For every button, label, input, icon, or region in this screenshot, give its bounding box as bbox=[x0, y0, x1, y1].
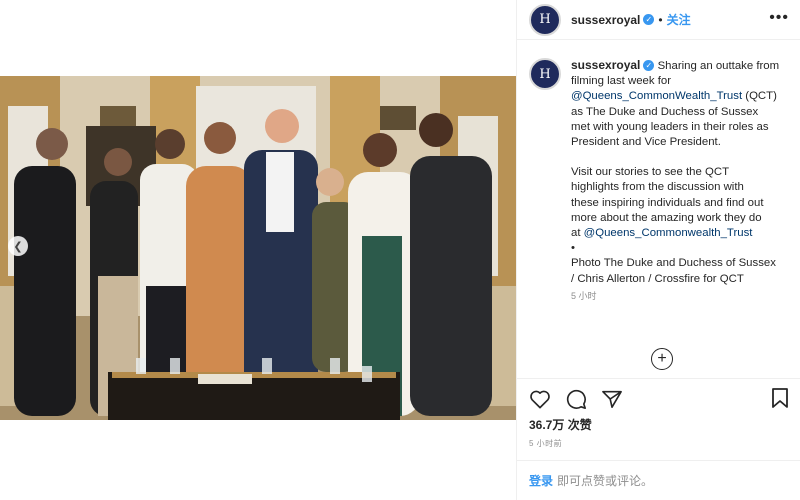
caption-line: Visit our stories to see the QCT bbox=[571, 166, 730, 179]
separator-dot: • bbox=[658, 12, 663, 27]
caption-line: (QCT) bbox=[742, 90, 777, 103]
post-media-pane: ❮ bbox=[0, 0, 516, 500]
chevron-left-icon[interactable]: ❮ bbox=[8, 236, 28, 256]
action-bar bbox=[517, 378, 800, 418]
bookmark-icon[interactable] bbox=[771, 387, 789, 414]
share-icon[interactable] bbox=[601, 389, 623, 409]
mention-link[interactable]: @Queens_CommonWealth_Trust bbox=[571, 90, 742, 102]
caption-line: Sharing an outtake from bbox=[657, 60, 780, 72]
caption-line: more about the amazing work they do bbox=[571, 211, 762, 224]
post-photo[interactable] bbox=[0, 76, 516, 420]
caption-line: President and Vice President. bbox=[571, 136, 721, 149]
avatar-monogram: H bbox=[539, 66, 551, 82]
login-link[interactable]: 登录 bbox=[529, 472, 553, 489]
avatar-monogram: H bbox=[539, 12, 551, 27]
mention-link[interactable]: @Queens_Commonwealth_Trust bbox=[584, 227, 753, 239]
group-photo-illustration bbox=[0, 76, 516, 420]
follow-button[interactable]: 关注 bbox=[667, 11, 691, 28]
post-side-panel: H sussexroyal ✓ • 关注 ••• H sussexroyal ✓ … bbox=[516, 0, 800, 500]
caption-bullet: • bbox=[571, 242, 575, 255]
avatar[interactable]: H bbox=[529, 3, 561, 36]
caption-username-link[interactable]: sussexroyal bbox=[571, 58, 640, 72]
post-header: H sussexroyal ✓ • 关注 ••• bbox=[517, 0, 800, 40]
caption-line: these inspiring individuals and find out bbox=[571, 196, 764, 209]
more-options-icon[interactable]: ••• bbox=[769, 9, 789, 27]
caption-text: sussexroyal ✓ Sharing an outtake from fil… bbox=[571, 58, 789, 304]
verified-icon: ✓ bbox=[643, 60, 655, 72]
login-prompt-text: 即可点赞或评论。 bbox=[557, 474, 654, 488]
post-timestamp: 5 小时前 bbox=[529, 439, 563, 448]
caption-block: H sussexroyal ✓ Sharing an outtake from f… bbox=[517, 58, 800, 304]
load-more-comments-button[interactable]: + bbox=[651, 348, 673, 370]
caption-line: met with young leaders in their roles as bbox=[571, 120, 769, 133]
caption-line: / Chris Allerton / Crossfire for QCT bbox=[571, 272, 744, 285]
caption-line: filming last week for bbox=[571, 75, 672, 88]
caption-line: Photo The Duke and Duchess of Sussex bbox=[571, 257, 776, 270]
heart-icon[interactable] bbox=[529, 389, 551, 409]
verified-icon: ✓ bbox=[643, 14, 655, 25]
caption-line: highlights from the discussion with bbox=[571, 181, 744, 194]
caption-line: at bbox=[571, 227, 584, 240]
username-link[interactable]: sussexroyal bbox=[571, 13, 640, 27]
like-count[interactable]: 36.7万 次赞 bbox=[529, 416, 592, 433]
avatar[interactable]: H bbox=[529, 58, 561, 90]
comment-icon[interactable] bbox=[565, 388, 587, 410]
caption-line: as The Duke and Duchess of Sussex bbox=[571, 105, 759, 118]
caption-timestamp: 5 小时 bbox=[571, 290, 597, 301]
login-prompt: 登录 即可点赞或评论。 bbox=[517, 460, 800, 500]
